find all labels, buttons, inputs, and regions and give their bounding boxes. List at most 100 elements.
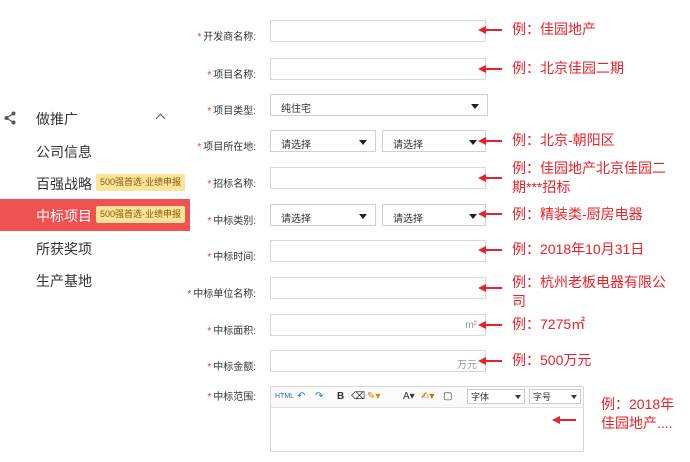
tender-name-input[interactable]: [270, 167, 486, 189]
pointer-arrow-icon: [478, 174, 502, 182]
caret-down-icon: [469, 140, 477, 145]
sidebar-section-header[interactable]: 做推广: [0, 106, 190, 132]
project-type-select[interactable]: 纯住宅: [270, 94, 488, 116]
field-label: * 项目类型:: [207, 106, 256, 117]
field-label: * 开发商名称:: [197, 32, 256, 43]
chevron-up-icon[interactable]: [155, 113, 166, 124]
caret-down-icon: [469, 214, 477, 219]
editor-toolbar: HTML ↶ ↷ B ⌫ ✎▾ A▾ ✍▾ ▢ 字体 字号: [271, 387, 583, 408]
required-mark: *: [207, 362, 212, 373]
caret-down-icon: [359, 140, 367, 145]
field-label: * 项目所在地:: [197, 142, 256, 153]
caret-down-icon: [471, 104, 479, 109]
undo-icon[interactable]: ↶: [297, 390, 305, 404]
pointer-arrow-icon: [478, 357, 502, 365]
sidebar-item-label: 公司信息: [36, 144, 92, 160]
clear-doc-icon[interactable]: ▢: [443, 390, 452, 404]
sidebar-item-production-base[interactable]: 生产基地: [0, 264, 190, 296]
required-mark: *: [207, 216, 212, 227]
project-name-input[interactable]: [270, 58, 486, 80]
sidebar-item-top100-strategy[interactable]: 百强战略 500强首选·业绩申报: [0, 167, 190, 199]
eraser-icon[interactable]: ⌫: [351, 390, 365, 404]
sidebar-item-company-info[interactable]: 公司信息: [0, 135, 190, 167]
category-select[interactable]: 请选择: [270, 204, 376, 226]
unit-label: 万元: [457, 360, 477, 371]
field-label: * 中标范围:: [207, 392, 256, 403]
sidebar-title: 做推广: [36, 111, 78, 127]
select-value: 请选择: [281, 214, 311, 225]
example-text: 司: [512, 293, 526, 309]
required-mark: *: [207, 179, 212, 190]
sidebar-item-winning-projects[interactable]: 中标项目 500强首选·业绩申报: [0, 199, 190, 231]
field-label: * 中标金额:: [207, 362, 256, 373]
bid-time-input[interactable]: [270, 240, 486, 262]
highlight-icon[interactable]: ✍▾: [421, 390, 434, 404]
field-label: * 中标面积:: [207, 326, 256, 337]
bold-button[interactable]: B: [337, 390, 344, 404]
html-source-button[interactable]: HTML: [275, 390, 294, 404]
sidebar: 做推广 公司信息 百强战略 500强首选·业绩申报 中标项目 500强首选·业绩…: [0, 0, 190, 462]
example-text: 例：佳园地产: [512, 21, 596, 37]
pointer-arrow-icon: [478, 65, 502, 73]
redo-icon[interactable]: ↷: [315, 390, 323, 404]
field-label: * 中标时间:: [207, 252, 256, 263]
example-text: 期***招标: [512, 179, 571, 195]
example-text: 例：佳园地产北京佳园二: [512, 160, 666, 176]
province-select[interactable]: 请选择: [270, 130, 376, 152]
unit-label: m²: [465, 320, 477, 331]
bid-unit-input[interactable]: [270, 277, 486, 299]
select-value: 纯住宅: [281, 104, 311, 115]
example-text: 佳园地产....: [601, 415, 673, 431]
pointer-arrow-icon: [552, 416, 576, 424]
sidebar-badge: 500强首选·业绩申报: [96, 206, 186, 223]
font-family-select[interactable]: 字体: [467, 389, 525, 404]
sidebar-badge: 500强首选·业绩申报: [96, 174, 186, 191]
format-painter-icon[interactable]: ✎▾: [367, 390, 380, 404]
example-text: 例：500万元: [512, 352, 592, 368]
sidebar-item-label: 所获奖项: [36, 241, 92, 257]
pointer-arrow-icon: [478, 246, 502, 254]
example-text: 例：2018年: [601, 396, 675, 412]
required-mark: *: [207, 392, 212, 403]
example-text: 例：精装类-厨房电器: [512, 206, 643, 222]
field-label: * 中标类别:: [207, 216, 256, 227]
example-text: 例：北京佳园二期: [512, 60, 624, 76]
bid-amount-input[interactable]: 万元: [270, 350, 486, 372]
pointer-arrow-icon: [478, 321, 502, 329]
sidebar-item-label: 生产基地: [36, 273, 92, 289]
select-value: 请选择: [393, 140, 423, 151]
select-value: 请选择: [281, 140, 311, 151]
pointer-arrow-icon: [478, 137, 502, 145]
required-mark: *: [197, 142, 202, 153]
bid-area-input[interactable]: m²: [270, 314, 486, 336]
sidebar-item-awards[interactable]: 所获奖项: [0, 232, 190, 264]
caret-down-icon: [515, 395, 521, 399]
example-text: 例：杭州老板电器有限公: [512, 274, 666, 290]
field-label: * 招标名称:: [207, 179, 256, 190]
field-label: * 项目名称:: [207, 70, 256, 81]
font-size-select[interactable]: 字号: [529, 389, 581, 404]
caret-down-icon: [571, 395, 577, 399]
example-text: 例：7275㎡: [512, 316, 586, 332]
font-color-button[interactable]: A▾: [403, 390, 415, 404]
sidebar-item-label: 百强战略: [36, 176, 92, 192]
subcategory-select[interactable]: 请选择: [382, 204, 486, 226]
share-icon: [4, 111, 16, 125]
example-text: 例：北京-朝阳区: [512, 132, 615, 148]
required-mark: *: [207, 252, 212, 263]
pointer-arrow-icon: [478, 210, 502, 218]
example-text: 例：2018年10月31日: [512, 241, 645, 257]
sidebar-item-label: 中标项目: [36, 208, 92, 224]
field-label: * 中标单位名称:: [187, 289, 256, 300]
district-select[interactable]: 请选择: [382, 130, 486, 152]
pointer-arrow-icon: [478, 284, 502, 292]
caret-down-icon: [359, 214, 367, 219]
pointer-arrow-icon: [478, 26, 502, 34]
required-mark: *: [207, 70, 212, 81]
rich-text-editor[interactable]: HTML ↶ ↷ B ⌫ ✎▾ A▾ ✍▾ ▢ 字体 字号: [270, 386, 584, 452]
developer-name-input[interactable]: [270, 20, 486, 42]
required-mark: *: [197, 32, 202, 43]
required-mark: *: [207, 106, 212, 117]
select-value: 请选择: [393, 214, 423, 225]
required-mark: *: [187, 289, 192, 300]
